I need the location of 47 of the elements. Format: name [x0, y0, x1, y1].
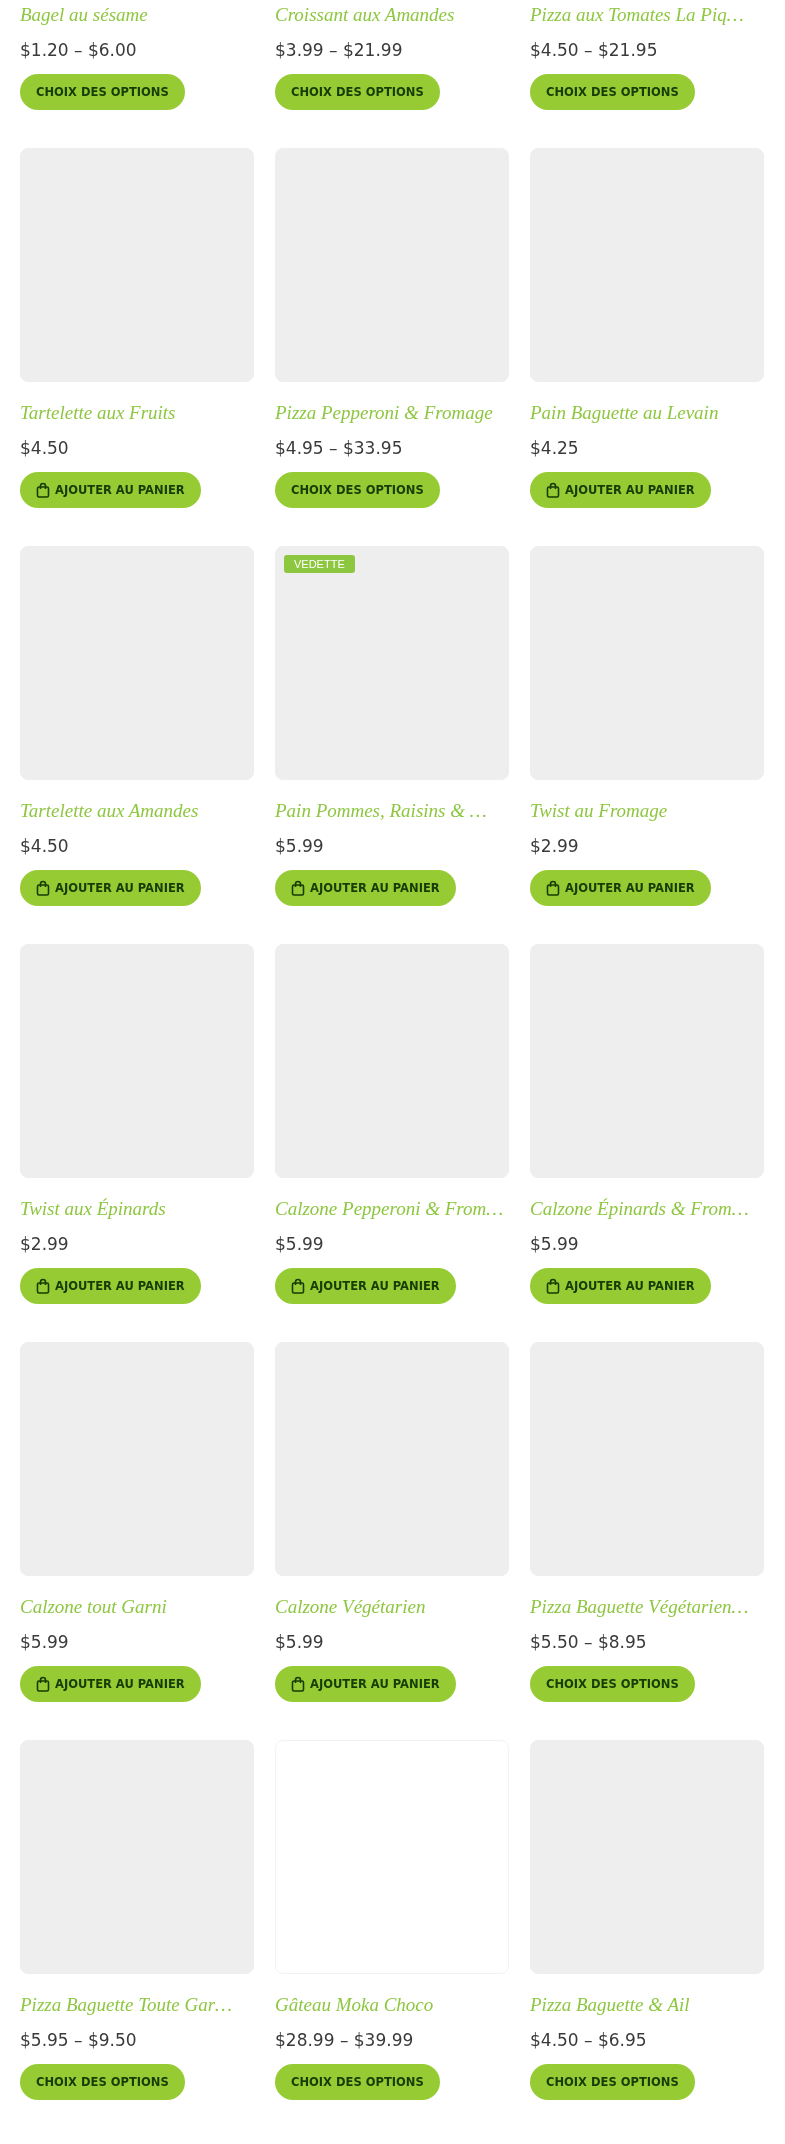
product-price: $5.50 – $8.95 — [530, 1631, 647, 1654]
product-price: $2.99 — [530, 835, 579, 858]
shopping-bag-icon — [36, 880, 50, 896]
add-to-cart-button[interactable]: AJOUTER AU PANIER — [530, 870, 711, 906]
select-options-button[interactable]: CHOIX DES OPTIONS — [275, 2064, 440, 2100]
featured-badge: VEDETTE — [284, 555, 355, 573]
add-to-cart-button[interactable]: AJOUTER AU PANIER — [275, 870, 456, 906]
product-price: $4.50 – $6.95 — [530, 2029, 647, 2052]
shopping-bag-icon — [291, 1278, 305, 1294]
add-to-cart-button[interactable]: AJOUTER AU PANIER — [20, 1268, 201, 1304]
product-price: $28.99 – $39.99 — [275, 2029, 414, 2052]
shopping-bag-icon — [546, 482, 560, 498]
shopping-bag-icon — [291, 880, 305, 896]
select-options-button[interactable]: CHOIX DES OPTIONS — [275, 472, 440, 508]
add-to-cart-button[interactable]: AJOUTER AU PANIER — [530, 1268, 711, 1304]
product-price: $5.99 — [275, 1631, 324, 1654]
add-to-cart-button[interactable]: AJOUTER AU PANIER — [20, 1666, 201, 1702]
select-options-button[interactable]: CHOIX DES OPTIONS — [275, 74, 440, 110]
select-options-button[interactable]: CHOIX DES OPTIONS — [530, 2064, 695, 2100]
add-to-cart-button[interactable]: AJOUTER AU PANIER — [530, 472, 711, 508]
shopping-bag-icon — [36, 482, 50, 498]
product-price: $5.99 — [275, 1233, 324, 1256]
product-price: $4.95 – $33.95 — [275, 437, 403, 460]
add-to-cart-button[interactable]: AJOUTER AU PANIER — [20, 472, 201, 508]
add-to-cart-button[interactable]: AJOUTER AU PANIER — [275, 1268, 456, 1304]
product-price: $5.95 – $9.50 — [20, 2029, 137, 2052]
shopping-bag-icon — [291, 1676, 305, 1692]
shopping-bag-icon — [36, 1278, 50, 1294]
shopping-bag-icon — [546, 880, 560, 896]
product-price: $3.99 – $21.99 — [275, 39, 403, 62]
product-price: $5.99 — [275, 835, 324, 858]
product-price: $4.50 – $21.95 — [530, 39, 658, 62]
select-options-button[interactable]: CHOIX DES OPTIONS — [530, 74, 695, 110]
select-options-button[interactable]: CHOIX DES OPTIONS — [530, 1666, 695, 1702]
shopping-bag-icon — [546, 1278, 560, 1294]
product-price: $5.99 — [20, 1631, 69, 1654]
select-options-button[interactable]: CHOIX DES OPTIONS — [20, 74, 185, 110]
product-price: $1.20 – $6.00 — [20, 39, 137, 62]
product-price: $4.50 — [20, 835, 69, 858]
select-options-button[interactable]: CHOIX DES OPTIONS — [20, 2064, 185, 2100]
product-price: $4.50 — [20, 437, 69, 460]
add-to-cart-button[interactable]: AJOUTER AU PANIER — [20, 870, 201, 906]
product-price: $2.99 — [20, 1233, 69, 1256]
product-price: $5.99 — [530, 1233, 579, 1256]
shopping-bag-icon — [36, 1676, 50, 1692]
product-price: $4.25 — [530, 437, 579, 460]
add-to-cart-button[interactable]: AJOUTER AU PANIER — [275, 1666, 456, 1702]
